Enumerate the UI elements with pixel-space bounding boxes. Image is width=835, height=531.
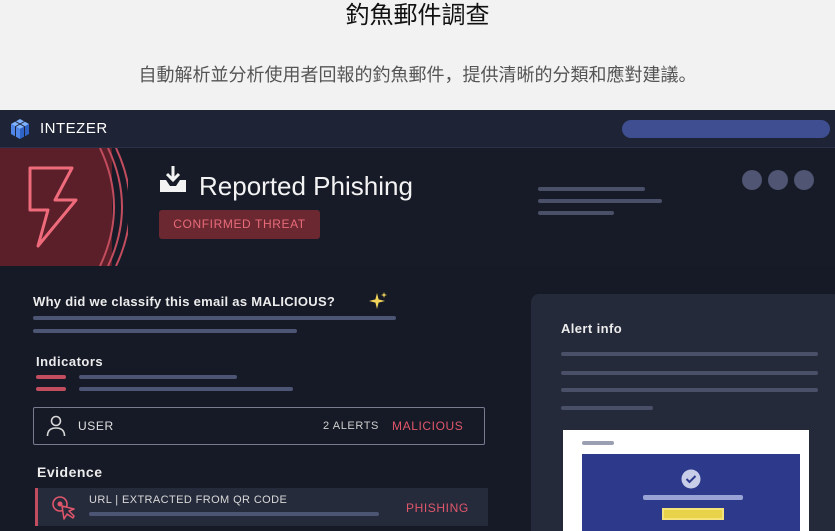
- search-bar[interactable]: [622, 120, 830, 138]
- alert-info-card: Alert info: [531, 294, 835, 531]
- status-badge: CONFIRMED THREAT: [159, 210, 320, 239]
- email-preview: [563, 430, 809, 531]
- top-bar: INTEZER: [0, 110, 835, 148]
- avatar-dot[interactable]: [794, 170, 814, 190]
- indicators-heading: Indicators: [36, 354, 104, 369]
- classification-question: Why did we classify this email as MALICI…: [33, 294, 336, 309]
- alert-info-line: [561, 352, 818, 356]
- qr-pointer-icon: [52, 496, 75, 520]
- evidence-label: URL | EXTRACTED FROM QR CODE: [89, 494, 288, 506]
- indicator-line: [79, 387, 293, 391]
- alert-info-line: [561, 406, 653, 410]
- inbox-download-icon: [160, 166, 186, 192]
- cube-logo-icon: [11, 119, 29, 139]
- indicator-marker: [36, 375, 66, 379]
- header-placeholder-line: [538, 211, 614, 215]
- report-title: Reported Phishing: [199, 171, 413, 201]
- explanation-line: [33, 329, 297, 333]
- page-header: 釣魚郵件調查 自動解析並分析使用者回報的釣魚郵件，提供清晰的分類和應對建議。: [0, 0, 835, 110]
- evidence-row[interactable]: URL | EXTRACTED FROM QR CODE PHISHING: [35, 488, 488, 526]
- indicator-line: [79, 375, 237, 379]
- check-circle-icon: [681, 469, 701, 489]
- user-icon: [46, 415, 66, 437]
- page-subtitle: 自動解析並分析使用者回報的釣魚郵件，提供清晰的分類和應對建議。: [138, 65, 697, 86]
- brand-name: INTEZER: [40, 120, 108, 137]
- alert-info-title: Alert info: [561, 321, 623, 336]
- verdict-label: PHISHING: [406, 501, 469, 515]
- avatar-dot[interactable]: [742, 170, 762, 190]
- evidence-heading: Evidence: [37, 464, 103, 480]
- alerts-count: 2 ALERTS: [323, 420, 379, 432]
- sparkle-icon: [369, 292, 387, 309]
- alert-info-line: [561, 388, 818, 392]
- page-title: 釣魚郵件調查: [345, 1, 490, 29]
- entity-label: USER: [78, 419, 114, 433]
- evidence-line: [89, 512, 379, 516]
- avatar-dot[interactable]: [768, 170, 788, 190]
- lightning-icon: [0, 148, 128, 266]
- indicator-marker: [36, 387, 66, 391]
- user-indicator-row[interactable]: USER 2 ALERTS MALICIOUS: [33, 407, 485, 445]
- app-window: INTEZER Reported Phishing CONFIRMED THRE…: [0, 110, 835, 531]
- header-placeholder-line: [538, 187, 645, 191]
- threat-header: Reported Phishing CONFIRMED THREAT: [0, 148, 835, 266]
- preview-line: [643, 495, 743, 500]
- header-placeholder-line: [538, 199, 662, 203]
- verdict-label: MALICIOUS: [392, 419, 464, 433]
- preview-highlight: [662, 508, 724, 520]
- preview-titlebar-line: [582, 441, 614, 445]
- alert-info-line: [561, 371, 818, 375]
- preview-screen: [582, 454, 800, 531]
- explanation-line: [33, 316, 396, 320]
